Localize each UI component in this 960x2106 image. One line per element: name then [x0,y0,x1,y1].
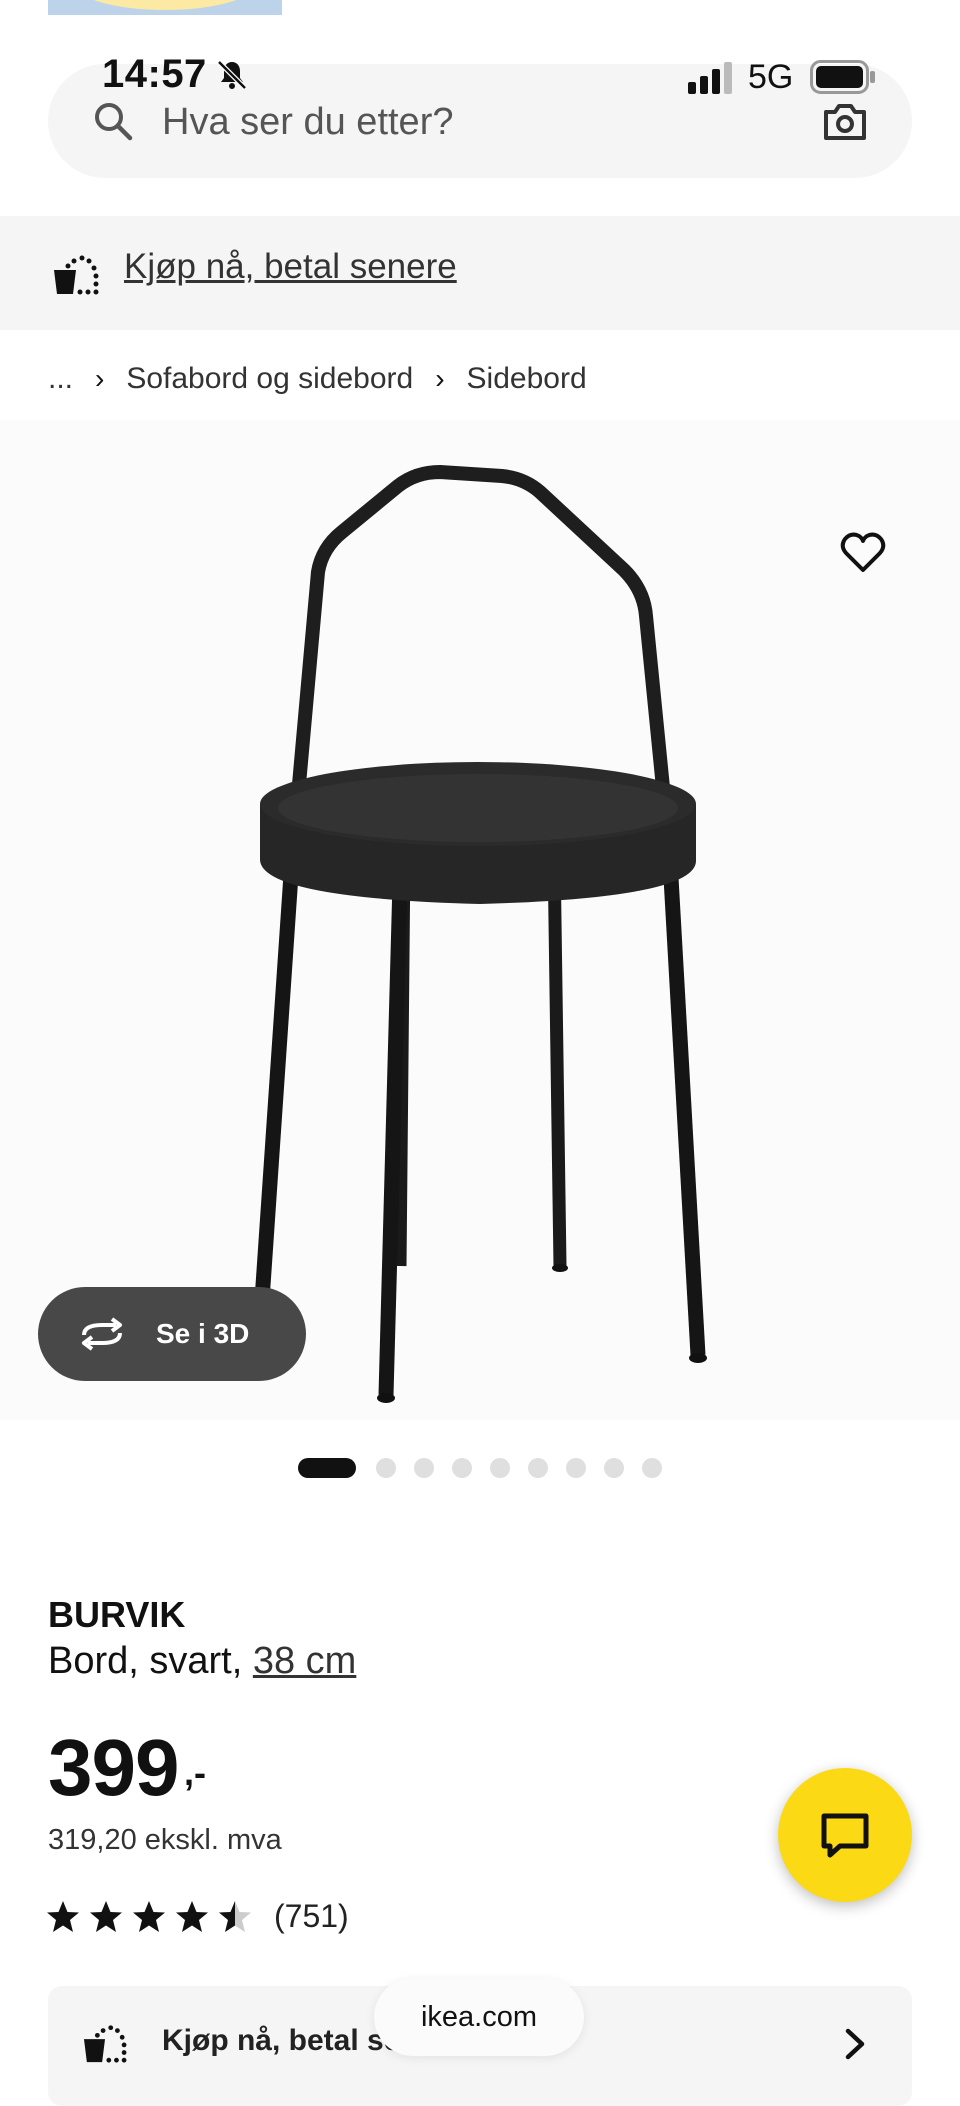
chevron-right-icon: › [435,363,445,394]
search-icon [95,103,133,141]
bell-slash-icon [217,60,247,90]
camera-icon[interactable] [822,100,868,142]
price-excl-vat: 319,20 ekskl. mva [48,1824,282,1856]
signal-icon [688,62,732,94]
carousel-dot[interactable] [566,1458,586,1478]
chat-icon [821,1813,869,1858]
product-description-text: Bord, svart, [48,1640,253,1682]
heart-icon[interactable] [840,530,886,576]
chevron-right-icon: › [95,363,105,394]
carousel-dot[interactable] [376,1458,396,1478]
product-description: Bord, svart, 38 cm [48,1640,356,1683]
star-icon [90,1901,122,1932]
search-input[interactable] [162,96,782,148]
carousel-dot[interactable] [528,1458,548,1478]
breadcrumb-item-sidebord[interactable]: Sidebord [467,362,587,396]
carousel-dot[interactable] [414,1458,434,1478]
image-carousel-dots[interactable] [298,1458,680,1478]
price-suffix: ,- [184,1752,206,1793]
browser-url: ikea.com [420,2000,538,2033]
network-type: 5G [748,58,794,96]
star-icon [47,1901,79,1932]
product-name: BURVIK [48,1594,186,1635]
pay-later-card-label: Kjøp nå, betal se [162,2024,401,2057]
star-rating[interactable] [46,1900,261,1934]
half-star-icon [219,1901,251,1932]
carousel-dot[interactable] [298,1458,356,1478]
carousel-dot[interactable] [452,1458,472,1478]
star-icon [133,1901,165,1932]
battery-icon [810,60,875,94]
pay-later-icon [84,2025,127,2063]
view-in-3d-label: Se i 3D [156,1318,250,1349]
breadcrumb-ellipsis[interactable]: ... [48,362,73,396]
rotate-3d-icon [82,1317,122,1351]
carousel-dot[interactable] [642,1458,662,1478]
breadcrumb: ... › Sofabord og sidebord › Sidebord [48,362,587,396]
chevron-right-icon [845,2028,865,2060]
status-time: 14:57 [102,52,207,96]
breadcrumb-item-sofabord[interactable]: Sofabord og sidebord [126,362,413,396]
logo-fragment [48,0,282,15]
pay-later-link[interactable]: Kjøp nå, betal senere [124,247,457,287]
product-image[interactable] [0,420,960,1420]
star-icon [176,1901,208,1932]
carousel-dot[interactable] [490,1458,510,1478]
pay-later-icon [54,255,99,295]
product-price: 399 [48,1723,179,1812]
product-size-link[interactable]: 38 cm [253,1640,356,1682]
view-in-3d-button[interactable]: Se i 3D [38,1287,306,1381]
review-count[interactable]: (751) [274,1898,349,1935]
browser-url-bar[interactable]: ikea.com [374,1978,584,2056]
carousel-dot[interactable] [604,1458,624,1478]
